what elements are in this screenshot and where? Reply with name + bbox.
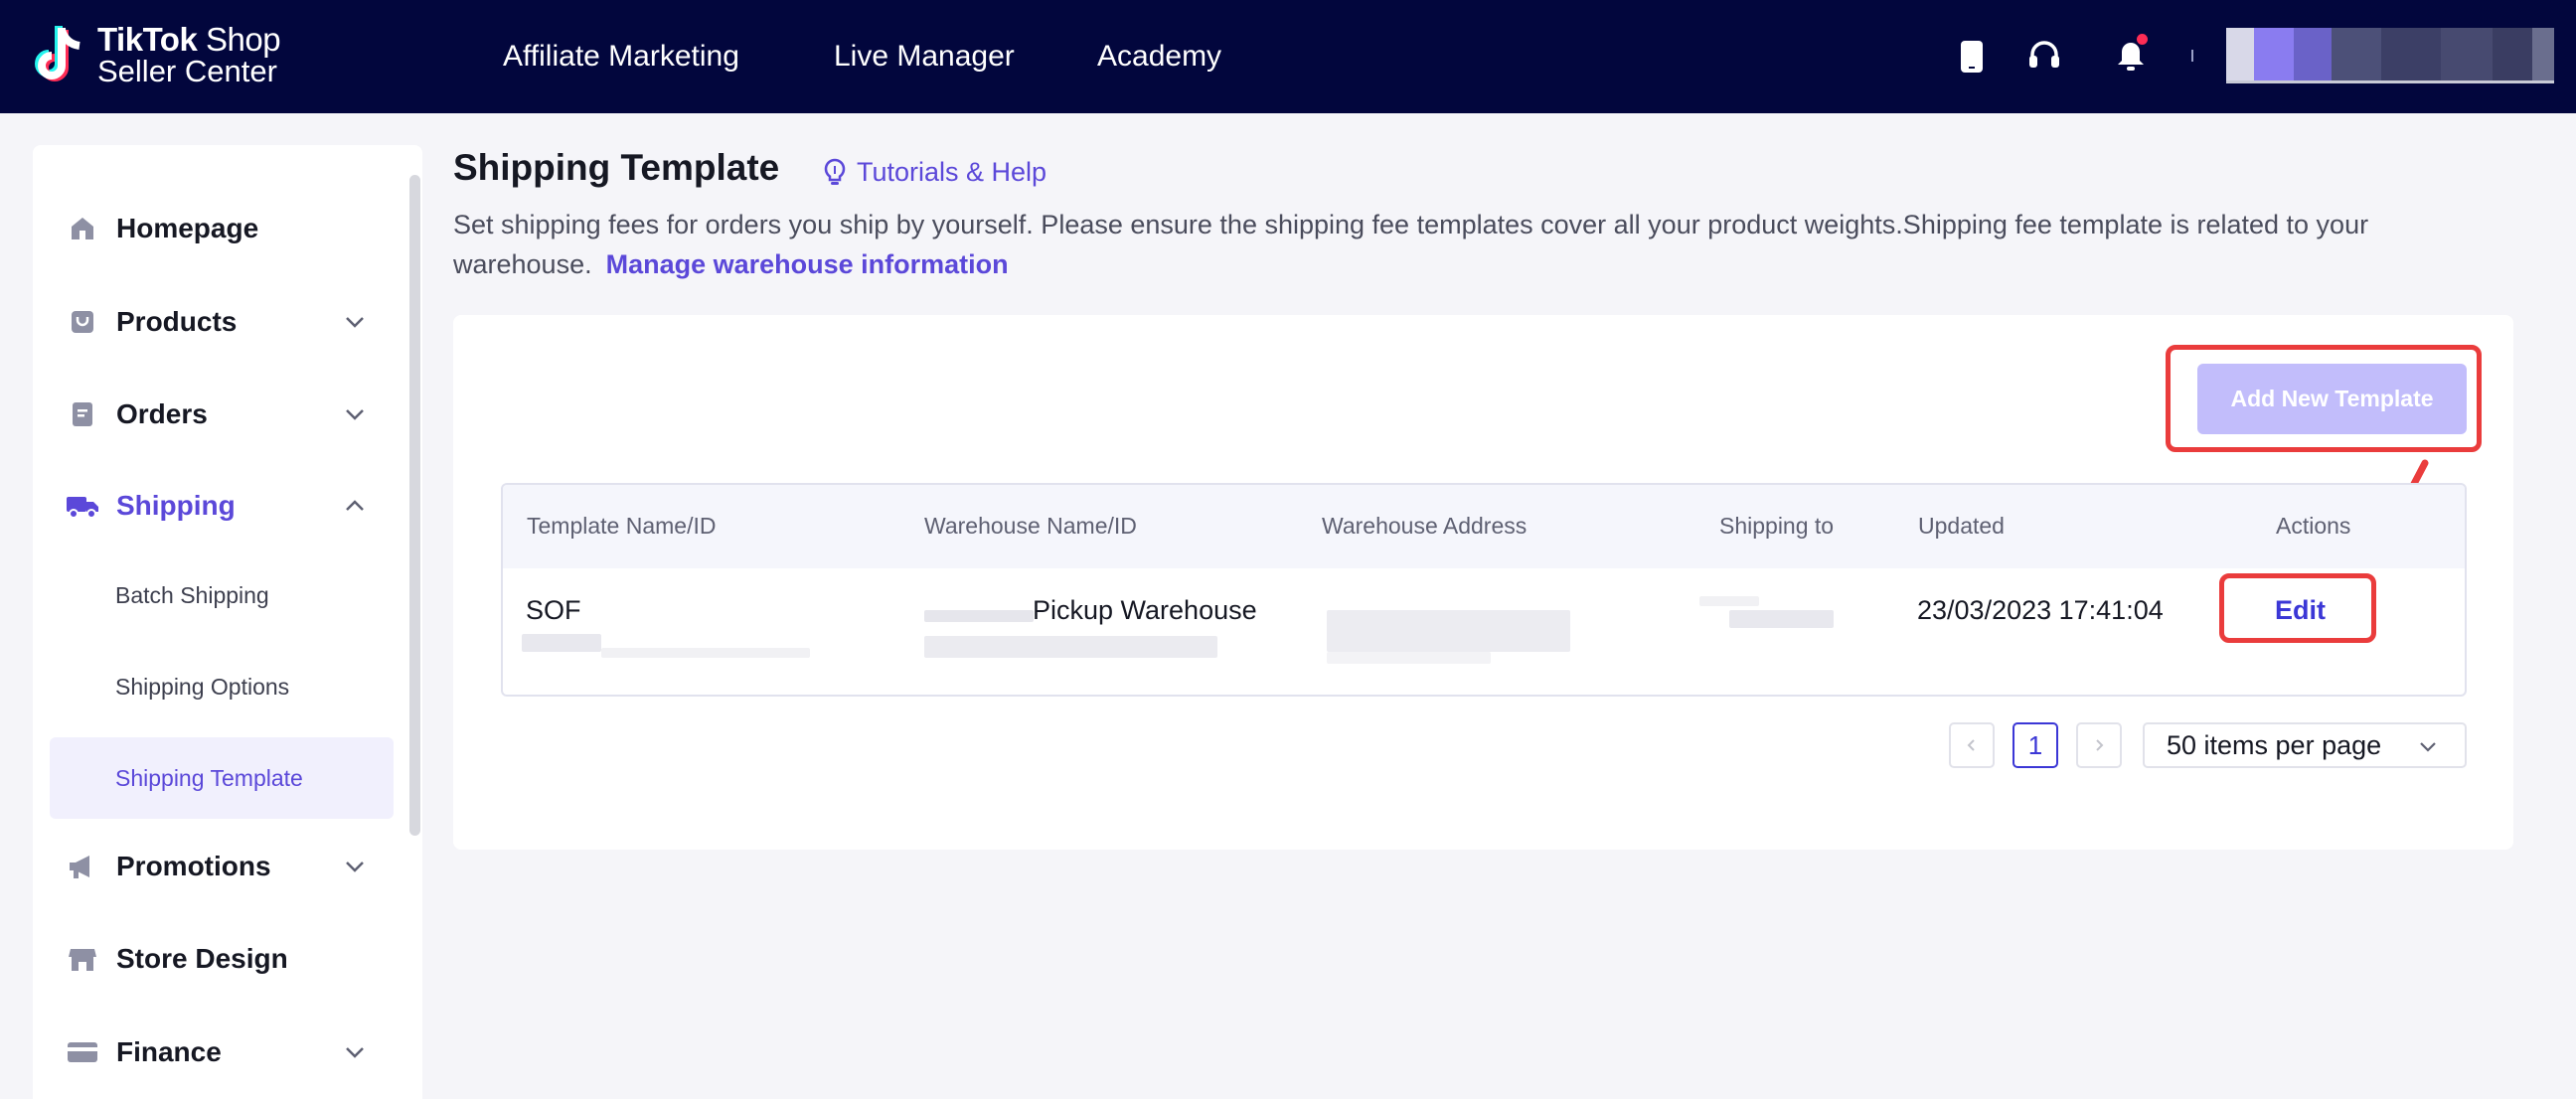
- items-per-page-select[interactable]: 50 items per page: [2143, 722, 2467, 768]
- redacted-warehouse-id: [924, 636, 1217, 658]
- sidebar-item-orders[interactable]: Orders: [33, 373, 422, 456]
- tutorials-help-link[interactable]: Tutorials & Help: [821, 157, 1046, 188]
- page-number-current[interactable]: 1: [2012, 722, 2058, 768]
- sidebar-item-products[interactable]: Products: [33, 280, 422, 364]
- cell-warehouse-name: Pickup Warehouse: [1033, 595, 1257, 625]
- cell-template-name: SOF: [526, 595, 581, 625]
- redacted-template-id-tail: [601, 648, 810, 658]
- sidebar-subitem-shipping-options[interactable]: Shipping Options: [50, 646, 394, 727]
- col-updated: Updated: [1918, 513, 2005, 539]
- sidebar-item-promotions[interactable]: Promotions: [33, 825, 422, 908]
- tiktok-shop-logo[interactable]: TikTok Shop Seller Center: [32, 20, 290, 91]
- col-warehouse-address: Warehouse Address: [1322, 513, 1528, 539]
- redacted-shipping-to: [1729, 610, 1834, 628]
- document-icon: [66, 397, 99, 431]
- account-menu[interactable]: [2226, 28, 2554, 83]
- store-icon: [66, 942, 99, 976]
- sidebar-item-shipping[interactable]: Shipping: [33, 464, 422, 548]
- chevron-down-icon: [346, 409, 364, 420]
- mobile-icon[interactable]: [1949, 34, 1995, 79]
- chevron-down-icon: [346, 862, 364, 872]
- templates-table: Template Name/ID Warehouse Name/ID Wareh…: [501, 483, 2467, 697]
- col-template-name: Template Name/ID: [527, 513, 717, 539]
- bell-icon[interactable]: [2108, 34, 2154, 79]
- chevron-up-icon: [346, 500, 364, 511]
- sidebar-scrollbar[interactable]: [409, 175, 420, 836]
- col-shipping-to: Shipping to: [1719, 513, 1835, 539]
- redacted-shipping-to-top: [1699, 596, 1759, 606]
- truck-icon: [66, 489, 99, 523]
- chevron-down-icon: [346, 317, 364, 328]
- tiktok-logo-icon: [32, 24, 87, 87]
- chevron-down-icon: [346, 1047, 364, 1058]
- sidebar-item-store-design[interactable]: Store Design: [33, 917, 422, 1001]
- next-page-button[interactable]: [2076, 722, 2122, 768]
- wallet-icon: [66, 1035, 99, 1069]
- table-header: Template Name/ID Warehouse Name/ID Wareh…: [503, 485, 2465, 568]
- redacted-template-id: [522, 634, 601, 652]
- lightbulb-icon: [824, 158, 846, 185]
- sidebar-item-homepage[interactable]: Homepage: [33, 187, 422, 270]
- bag-icon: [66, 305, 99, 339]
- nav-affiliate-marketing[interactable]: Affiliate Marketing: [503, 40, 739, 74]
- logo-line-2: Seller Center: [97, 54, 277, 88]
- redacted-warehouse-address-tail: [1327, 652, 1491, 664]
- logo-line-1: TikTok Shop: [97, 21, 281, 58]
- chevron-down-icon: [2420, 742, 2436, 752]
- notification-dot: [2137, 34, 2148, 45]
- headset-icon[interactable]: [2021, 34, 2067, 79]
- sidebar-item-finance[interactable]: Finance: [33, 1011, 422, 1094]
- nav-academy[interactable]: Academy: [1097, 40, 1221, 74]
- sidebar-subitem-batch-shipping[interactable]: Batch Shipping: [50, 554, 394, 636]
- col-actions: Actions: [2276, 513, 2351, 539]
- chevron-left-icon: [1967, 739, 1975, 751]
- col-warehouse-name: Warehouse Name/ID: [924, 513, 1137, 539]
- edit-button[interactable]: Edit: [2275, 595, 2326, 626]
- redacted-warehouse-name: [924, 610, 1034, 622]
- add-new-template-button[interactable]: Add New Template: [2197, 364, 2467, 434]
- home-icon: [66, 212, 99, 245]
- nav-live-manager[interactable]: Live Manager: [834, 40, 1015, 74]
- sidebar: Homepage Products Orders Shipping Batch …: [33, 145, 422, 1099]
- top-bar: TikTok Shop Seller Center Affiliate Mark…: [0, 0, 2576, 113]
- page-description: Set shipping fees for orders you ship by…: [453, 210, 2369, 279]
- chevron-right-icon: [2096, 739, 2104, 751]
- sidebar-subitem-shipping-template[interactable]: Shipping Template: [50, 737, 394, 819]
- redacted-warehouse-address: [1327, 610, 1570, 652]
- megaphone-icon: [66, 850, 99, 883]
- page-title: Shipping Template: [453, 147, 780, 188]
- top-divider: [2191, 50, 2193, 62]
- cell-updated: 23/03/2023 17:41:04: [1917, 595, 2164, 625]
- manage-warehouse-link[interactable]: Manage warehouse information: [606, 249, 1009, 279]
- prev-page-button[interactable]: [1949, 722, 1995, 768]
